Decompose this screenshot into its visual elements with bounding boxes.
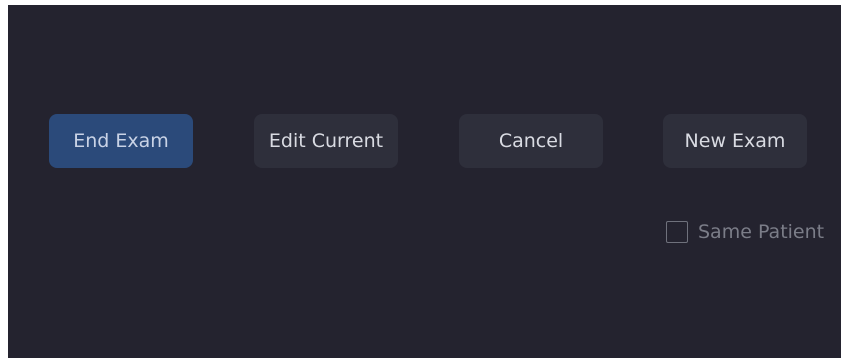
exam-dialog: End Exam Edit Current Cancel New Exam Sa… <box>8 5 841 358</box>
edit-current-button[interactable]: Edit Current <box>254 114 398 168</box>
same-patient-option[interactable]: Same Patient <box>666 220 824 244</box>
cancel-button[interactable]: Cancel <box>459 114 603 168</box>
new-exam-button[interactable]: New Exam <box>663 114 807 168</box>
same-patient-checkbox[interactable] <box>666 221 688 243</box>
same-patient-label: Same Patient <box>698 221 825 243</box>
end-exam-button[interactable]: End Exam <box>49 114 193 168</box>
